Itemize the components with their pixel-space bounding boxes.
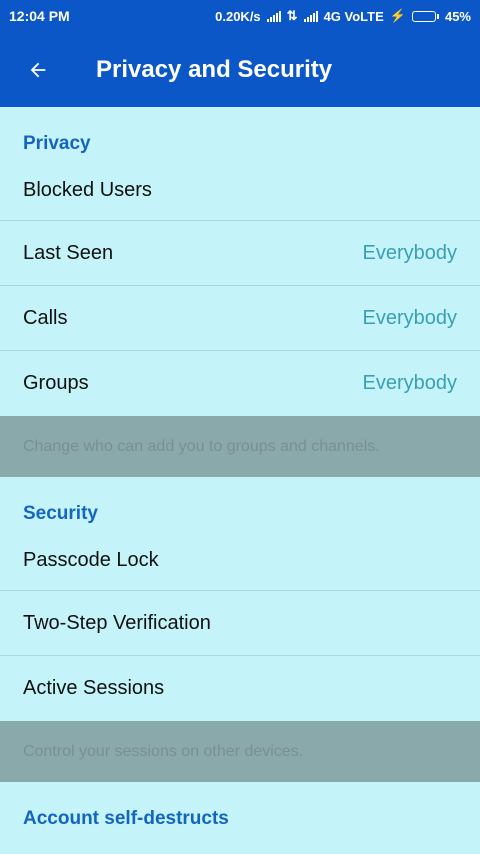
signal-icon: [266, 10, 281, 22]
back-button[interactable]: [20, 52, 56, 88]
battery-icon: [411, 10, 439, 22]
passcode-lock-item[interactable]: Passcode Lock: [0, 537, 480, 591]
charging-icon: ⚡: [389, 8, 406, 23]
network-type: 4G VoLTE: [323, 8, 384, 24]
page-title: Privacy and Security: [96, 55, 333, 83]
blocked-users-item[interactable]: Blocked Users: [0, 167, 480, 221]
settings-list: Privacy Blocked Users Last Seen Everybod…: [0, 107, 480, 842]
section-header-security: Security: [23, 503, 98, 524]
status-indicators: 0.20K/s ⇅ 4G VoLTE ⚡ 45%: [215, 8, 471, 24]
arrow-left-icon: [30, 62, 46, 77]
two-step-label: Two-Step Verification: [23, 611, 211, 634]
last-seen-label: Last Seen: [23, 241, 114, 264]
security-hint: Control your sessions on other devices.: [0, 721, 480, 782]
groups-item[interactable]: Groups Everybody: [0, 351, 480, 416]
last-seen-value: Everybody: [362, 241, 458, 264]
section-header-account: Account self-destructs: [23, 808, 229, 829]
blocked-users-label: Blocked Users: [23, 179, 152, 201]
app-bar: Privacy and Security: [0, 32, 480, 107]
privacy-hint: Change who can add you to groups and cha…: [0, 416, 480, 477]
status-time: 12:04 PM: [9, 8, 70, 24]
status-bar: 12:04 PM 0.20K/s ⇅ 4G VoLTE ⚡ 45%: [0, 0, 480, 32]
calls-item[interactable]: Calls Everybody: [0, 286, 480, 351]
battery-percent: 45%: [444, 8, 471, 24]
signal-icon-2: [303, 10, 318, 22]
data-transfer-icon: ⇅: [286, 8, 298, 23]
passcode-lock-label: Passcode Lock: [23, 549, 159, 571]
last-seen-item[interactable]: Last Seen Everybody: [0, 221, 480, 286]
active-sessions-item[interactable]: Active Sessions: [0, 656, 480, 721]
network-speed: 0.20K/s: [215, 8, 261, 24]
calls-value: Everybody: [362, 306, 458, 329]
calls-label: Calls: [23, 306, 68, 329]
active-sessions-label: Active Sessions: [23, 677, 165, 699]
groups-label: Groups: [23, 372, 89, 394]
section-header-privacy: Privacy: [23, 133, 91, 154]
groups-value: Everybody: [362, 372, 458, 394]
two-step-verification-item[interactable]: Two-Step Verification: [0, 591, 480, 656]
